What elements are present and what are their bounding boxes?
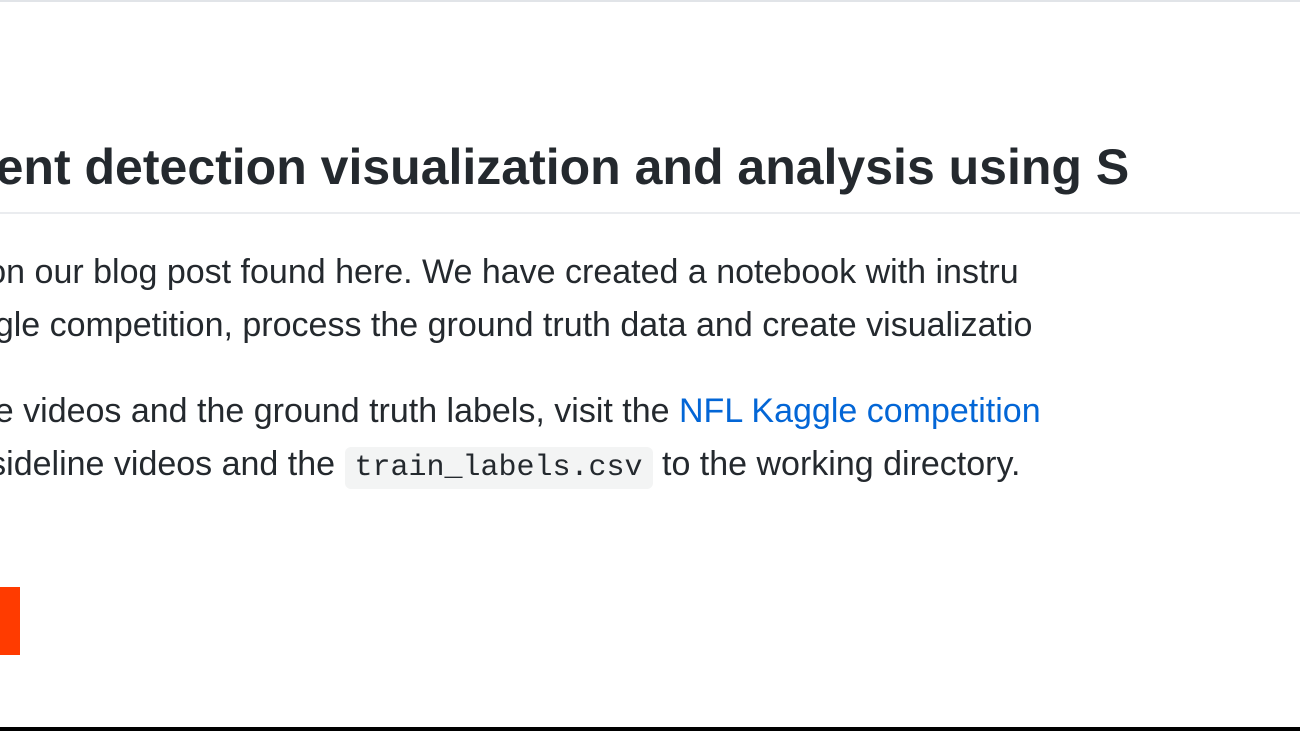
paragraph-2-prefix: mple videos and the ground truth labels,… (0, 392, 679, 430)
bottom-border (0, 727, 1300, 731)
readme-heading: event detection visualization and analys… (0, 138, 1300, 214)
readme-paragraph-1: ed on our blog post found here. We have … (0, 246, 1300, 351)
train-labels-filename: train_labels.csv (345, 447, 653, 489)
red-marker (0, 587, 20, 655)
nfl-kaggle-link[interactable]: NFL Kaggle competition (679, 392, 1041, 430)
paragraph-2-line2-prefix: ne-sideline videos and the (0, 445, 345, 483)
paragraph-2-line2-suffix: to the working directory. (653, 445, 1021, 483)
paragraph-1-line-1: ed on our blog post found here. We have … (0, 253, 1019, 291)
readme-content: event detection visualization and analys… (0, 138, 1300, 492)
paragraph-1-line-2: kaggle competition, process the ground t… (0, 306, 1032, 344)
readme-paragraph-2: mple videos and the ground truth labels,… (0, 385, 1300, 491)
top-divider (0, 0, 1300, 8)
